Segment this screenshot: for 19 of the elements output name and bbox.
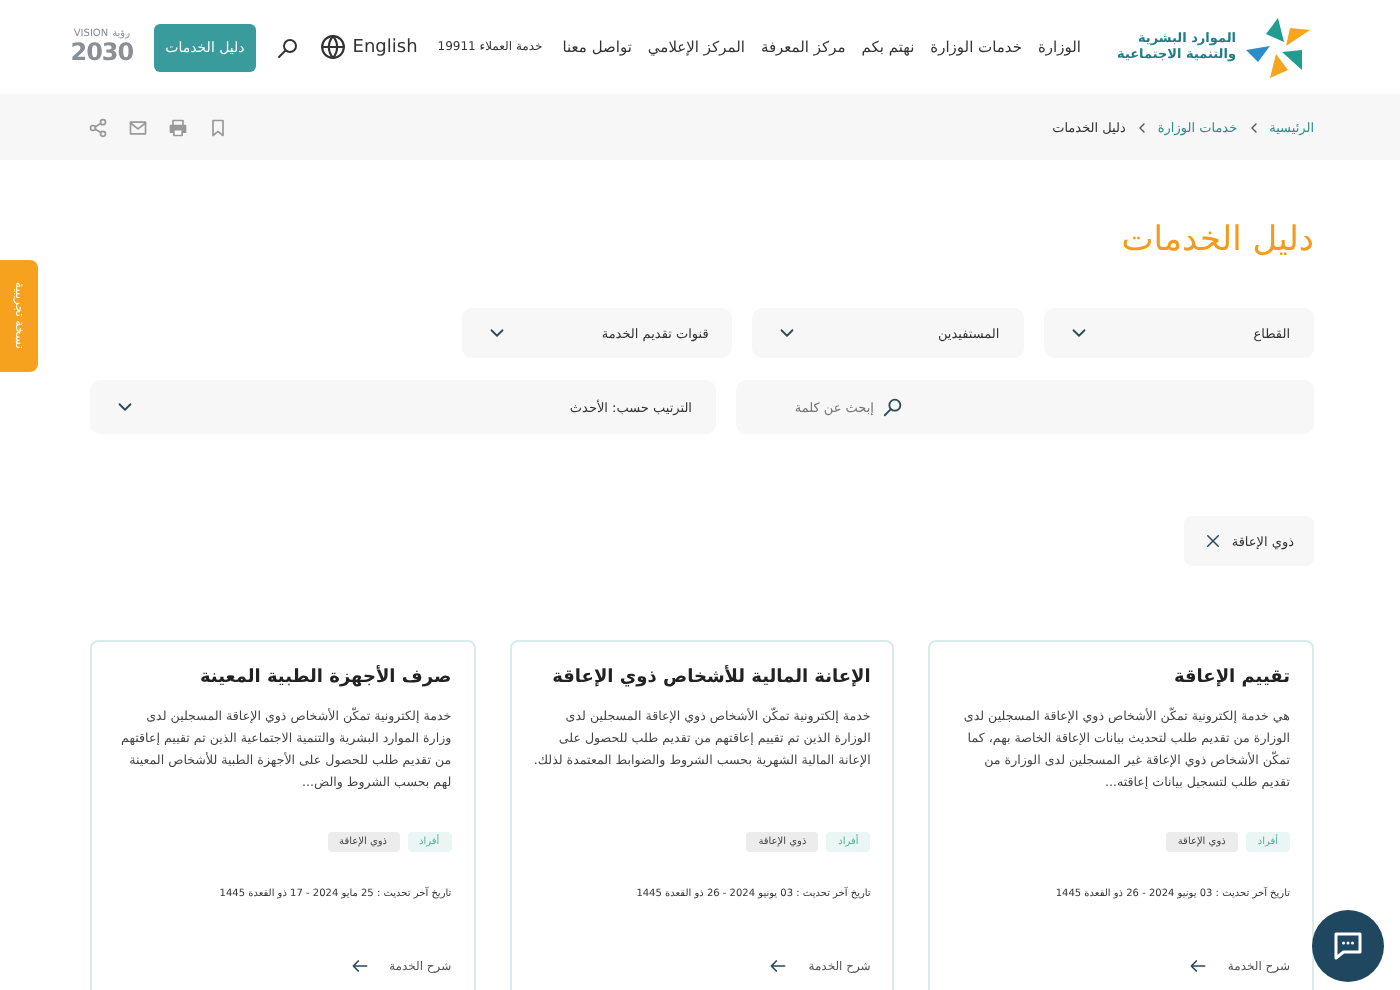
arrow-left-icon	[349, 956, 370, 976]
card-title: الإعانة المالية للأشخاص ذوي الإعاقة	[550, 668, 871, 688]
page-title: دليل الخدمات	[1119, 218, 1314, 264]
mail-icon[interactable]	[128, 117, 148, 137]
chat-button[interactable]	[1312, 910, 1384, 982]
share-icon[interactable]	[88, 117, 108, 137]
bookmark-icon[interactable]	[208, 117, 228, 137]
card-title: صرف الأجهزة الطبية المعينة	[197, 668, 452, 688]
search-icon	[882, 396, 904, 418]
search-icon[interactable]	[276, 35, 301, 59]
print-icon[interactable]	[168, 117, 188, 137]
arrow-left-icon	[768, 956, 789, 976]
arrow-left-icon	[1187, 956, 1208, 976]
star-logo-icon	[1242, 13, 1314, 81]
chat-bubble-icon	[1330, 928, 1366, 964]
card-title: تقييم الإعاقة	[1171, 668, 1290, 688]
close-icon[interactable]	[1203, 532, 1222, 550]
language-link[interactable]: English	[320, 34, 418, 60]
globe-icon	[320, 34, 347, 60]
